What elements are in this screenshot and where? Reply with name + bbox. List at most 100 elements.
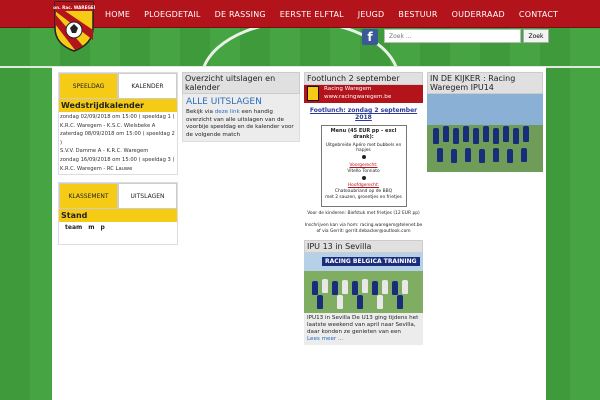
player-figure — [357, 295, 363, 310]
in-de-kijker-widget: IN DE KIJKER : Racing Waregem IPU14 — [427, 72, 543, 172]
player-figure — [437, 148, 443, 162]
footlunch-date: Footlunch: zondag 2 september 2018 — [309, 107, 418, 121]
klassement-tabs: KLASSEMENT UITSLAGEN — [59, 183, 177, 210]
tab-klassement[interactable]: KLASSEMENT — [59, 183, 118, 210]
player-figure — [342, 280, 348, 295]
kids-menu: Voor de kinderen: Biefstuk met frietjes … — [307, 211, 420, 216]
football-icon — [361, 155, 366, 160]
svg-text:Kon. Rac. WAREGEM: Kon. Rac. WAREGEM — [53, 5, 95, 10]
sidebar-left: SPEELDAG KALENDER Wedstrijdkalender zond… — [58, 72, 178, 246]
player-figure — [451, 149, 457, 163]
banner-url: www.racingwaregem.be — [324, 94, 392, 100]
alle-uitslagen-link[interactable]: ALLE UITSLAGEN — [186, 97, 296, 107]
match-date: zondag 02/09/2018 om 15:00 ( speeldag 1 … — [60, 114, 175, 120]
nav-eerste-elftal[interactable]: EERSTE ELFTAL — [280, 10, 344, 19]
column-m: m — [88, 224, 95, 232]
menu-title: Menu (45 EUR pp – excl drank): — [330, 128, 397, 140]
search-input[interactable] — [384, 29, 521, 43]
nav-ouderraad[interactable]: OUDERRAAD — [452, 10, 505, 19]
match-date: zaterdag 08/09/2018 om 15:00 ( speeldag … — [60, 131, 175, 146]
player-figure — [513, 128, 519, 144]
tab-uitslagen[interactable]: UITSLAGEN — [118, 183, 177, 210]
photo-banner-text: RACING BELGICA TRAINING — [322, 257, 420, 267]
player-figure — [392, 281, 398, 296]
menu-card: Menu (45 EUR pp – excl drank): Uitgebrei… — [320, 125, 407, 207]
footlunch-widget: Footlunch 2 september Racing Waregem www… — [304, 72, 423, 346]
footlunch-banner[interactable]: Racing Waregem www.racingwaregem.be — [304, 85, 423, 103]
menu-line: met 2 sauzen, groentjes en frietjes — [325, 194, 402, 200]
banner-line: Racing Waregem — [324, 86, 372, 92]
player-figure — [352, 281, 358, 296]
match-date: zondag 16/09/2018 om 15:00 ( speeldag 3 … — [60, 156, 175, 163]
shield-icon — [307, 86, 319, 101]
player-figure — [463, 126, 469, 142]
player-figure — [337, 295, 343, 310]
football-icon — [361, 175, 366, 180]
stand-table-header: team m p — [59, 222, 177, 245]
tab-kalender[interactable]: KALENDER — [118, 73, 177, 99]
player-figure — [433, 128, 439, 144]
player-figure — [377, 295, 383, 310]
kijker-title[interactable]: IN DE KIJKER : Racing Waregem IPU14 — [427, 72, 543, 94]
player-figure — [362, 279, 368, 294]
match-teams: K.R.C. Waregem - RC Lauwe — [60, 165, 133, 172]
player-figure — [397, 295, 403, 310]
nav-home[interactable]: HOME — [105, 10, 130, 19]
player-figure — [453, 128, 459, 144]
player-figure — [483, 126, 489, 142]
nav-bestuur[interactable]: BESTUUR — [398, 10, 437, 19]
player-figure — [479, 149, 485, 163]
nav-jeugd[interactable]: JEUGD — [358, 10, 385, 19]
klassement-widget: KLASSEMENT UITSLAGEN Stand team m p — [58, 182, 178, 246]
player-figure — [465, 148, 471, 162]
nav-contact[interactable]: CONTACT — [519, 10, 558, 19]
register-line[interactable]: of via Gerrit: gerrit.debacker@outlook.c… — [304, 229, 423, 235]
search-button[interactable]: Zoek — [523, 29, 549, 43]
facebook-icon[interactable]: f — [362, 29, 378, 45]
menu-line: Uitgebreide Apéro met bubbels en hapjes — [325, 142, 402, 154]
player-figure — [372, 281, 378, 296]
main-nav: HOME PLOEGDETAIL DE RASSING EERSTE ELFTA… — [105, 0, 572, 28]
stand-title: Stand — [59, 209, 177, 223]
match-list: zondag 02/09/2018 om 15:00 ( speeldag 1 … — [59, 112, 177, 175]
overzicht-body: ALLE UITSLAGEN Bekijk via deze link een … — [182, 94, 300, 143]
kijker-team-photo[interactable] — [427, 94, 543, 172]
column-p: p — [100, 224, 105, 232]
player-figure — [443, 126, 449, 142]
player-figure — [402, 280, 408, 295]
ipu-title[interactable]: IPU 13 in Sevilla — [304, 240, 423, 254]
player-figure — [382, 280, 388, 295]
player-figure — [473, 128, 479, 144]
tab-speeldag[interactable]: SPEELDAG — [59, 73, 118, 99]
ipu-summary-text: IPU13 in Sevilla De U13 ging tijdens het… — [307, 315, 419, 336]
overzicht-text-pre: Bekijk via — [186, 109, 215, 115]
menu-line: Voorgerecht: — [349, 162, 378, 168]
player-figure — [521, 148, 527, 162]
player-figure — [523, 126, 529, 142]
deze-link[interactable]: deze link — [215, 109, 240, 115]
player-figure — [317, 295, 323, 310]
player-figure — [493, 128, 499, 144]
ipu-summary: IPU13 in Sevilla De U13 ging tijdens het… — [304, 313, 423, 346]
match-teams: K.R.C. Waregem - K.S.C. Wielsbeke A — [60, 122, 156, 129]
footlunch-title: Footlunch 2 september — [304, 72, 423, 85]
player-figure — [503, 126, 509, 142]
wedstrijdkalender-title: Wedstrijdkalender — [59, 99, 177, 112]
register-line[interactable]: Inschrijven kan via hom: racing.waregem@… — [304, 223, 423, 229]
player-figure — [322, 279, 328, 294]
player-figure — [332, 281, 338, 296]
nav-de-rassing[interactable]: DE RASSING — [215, 10, 266, 19]
club-logo[interactable]: Kon. Rac. WAREGEM — [53, 0, 95, 52]
match-teams: S.V.V. Damme A - K.R.C. Waregem — [60, 148, 149, 155]
overzicht-title: Overzicht uitslagen en kalender — [182, 72, 300, 94]
wedstrijdkalender-widget: SPEELDAG KALENDER Wedstrijdkalender zond… — [58, 72, 178, 176]
nav-ploegdetail[interactable]: PLOEGDETAIL — [144, 10, 201, 19]
overzicht-text: Bekijk via deze link een handig overzich… — [186, 109, 296, 139]
column-team: team — [65, 224, 83, 232]
ipu-team-photo[interactable]: RACING BELGICA TRAINING — [304, 253, 423, 314]
wedstrijd-tabs: SPEELDAG KALENDER — [59, 73, 177, 99]
player-figure — [493, 148, 499, 162]
read-more-link[interactable]: Lees meer ... — [307, 336, 343, 342]
overzicht-widget: Overzicht uitslagen en kalender ALLE UIT… — [182, 72, 300, 143]
player-figure — [507, 149, 513, 163]
